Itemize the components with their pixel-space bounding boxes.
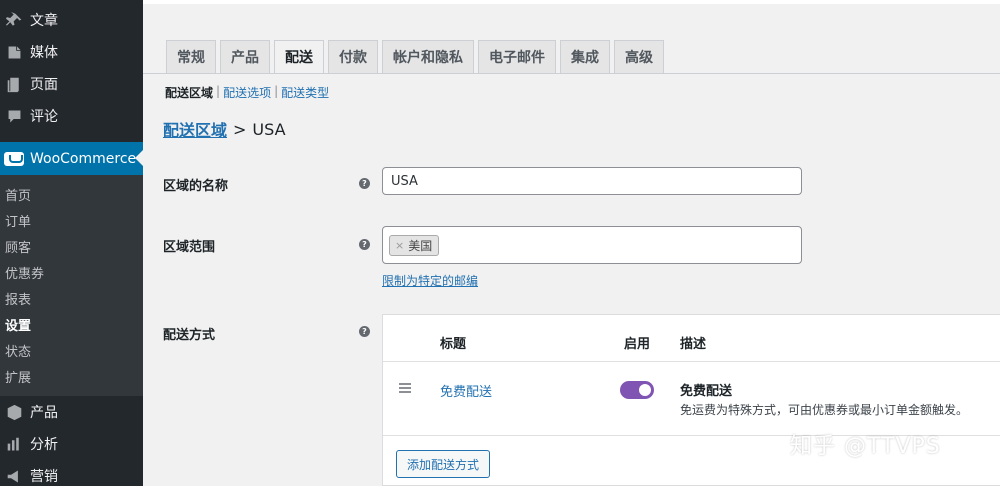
menu-item-products[interactable]: 产品 <box>0 396 143 428</box>
col-header-description: 描述 <box>680 337 707 352</box>
menu-item-comments[interactable]: 评论 <box>0 100 58 132</box>
region-chip-label: 美国 <box>408 238 433 253</box>
shipping-methods-table: 标题 启用 描述 免费配送 免费配送 免运费为特殊方式，可由优惠券或最小订单金额… <box>382 314 1000 486</box>
col-header-title: 标题 <box>440 337 467 352</box>
menu-item-label: 文章 <box>30 13 58 29</box>
menu-item-label: WooCommerce <box>30 150 137 167</box>
top-strip <box>143 0 1000 4</box>
menu-item-woocommerce[interactable]: WooCommerce <box>0 142 143 175</box>
submenu-item-status[interactable]: 状态 <box>0 337 143 363</box>
submenu-item-settings[interactable]: 设置 <box>0 311 143 337</box>
subnav-shipping-zones[interactable]: 配送区域 <box>165 84 213 101</box>
main-content: 常规 产品 配送 付款 帐户和隐私 电子邮件 集成 高级 配送区域 | 配送选项… <box>143 0 1000 486</box>
breadcrumb: 配送区域 > USA <box>163 117 286 141</box>
menu-item-label: 营销 <box>30 469 58 485</box>
comment-icon <box>4 106 24 126</box>
chart-icon <box>4 434 24 454</box>
region-chip: × 美国 <box>389 234 440 256</box>
tab-shipping[interactable]: 配送 <box>274 40 324 74</box>
method-title-link[interactable]: 免费配送 <box>440 381 492 400</box>
subnav-separator: | <box>216 84 221 98</box>
zone-region-label: 区域范围 <box>163 240 216 255</box>
submenu-item-coupons[interactable]: 优惠券 <box>0 259 143 285</box>
menu-item-label: 产品 <box>30 405 58 421</box>
woocommerce-submenu: 首页 订单 顾客 优惠券 报表 设置 状态 扩展 <box>0 175 143 396</box>
tabs-divider <box>143 73 1000 74</box>
subnav-separator: | <box>274 84 279 98</box>
tab-accounts-privacy[interactable]: 帐户和隐私 <box>382 40 474 73</box>
menu-item-label: 页面 <box>30 77 58 93</box>
shipping-subnav: 配送区域 | 配送选项 | 配送类型 <box>165 84 329 101</box>
tab-emails[interactable]: 电子邮件 <box>478 40 556 73</box>
zone-name-label: 区域的名称 <box>163 179 229 194</box>
watermark-text: 知乎 @TTVPS <box>790 434 941 459</box>
submenu-item-orders[interactable]: 订单 <box>0 207 143 233</box>
submenu-item-extensions[interactable]: 扩展 <box>0 363 143 389</box>
zone-region-select[interactable]: × 美国 <box>382 226 802 264</box>
help-icon[interactable]: ? <box>359 178 370 189</box>
tab-products[interactable]: 产品 <box>220 40 270 73</box>
zone-name-value: USA <box>391 173 418 189</box>
tab-general[interactable]: 常规 <box>166 40 216 73</box>
tab-advanced[interactable]: 高级 <box>614 40 664 73</box>
lower-menu: 产品 分析 营销 <box>0 396 143 486</box>
shipping-methods-label: 配送方式 <box>163 328 216 343</box>
submenu-item-home[interactable]: 首页 <box>0 181 143 207</box>
tab-payments[interactable]: 付款 <box>328 40 378 73</box>
menu-item-pages[interactable]: 页面 <box>0 68 58 100</box>
submenu-item-reports[interactable]: 报表 <box>0 285 143 311</box>
breadcrumb-link-zones[interactable]: 配送区域 <box>163 117 227 141</box>
help-icon[interactable]: ? <box>359 326 370 337</box>
col-header-enabled: 启用 <box>624 337 651 352</box>
submenu-item-customers[interactable]: 顾客 <box>0 233 143 259</box>
box-icon <box>4 402 24 422</box>
method-desc-title: 免费配送 <box>680 384 733 399</box>
megaphone-icon <box>4 466 24 486</box>
method-enabled-toggle[interactable] <box>620 381 654 399</box>
menu-item-label: 分析 <box>30 437 58 453</box>
menu-item-analytics[interactable]: 分析 <box>0 428 143 460</box>
menu-item-label: 评论 <box>30 109 58 125</box>
table-divider <box>383 361 1000 362</box>
tab-integration[interactable]: 集成 <box>560 40 610 73</box>
menu-item-label: 媒体 <box>30 45 58 61</box>
method-description: 免运费为特殊方式，可由优惠券或最小订单金额触发。 <box>680 403 969 417</box>
breadcrumb-separator: > <box>233 119 247 139</box>
page-icon <box>4 74 24 94</box>
current-menu-arrow <box>135 150 143 166</box>
pin-icon <box>4 10 24 30</box>
chip-remove-icon[interactable]: × <box>395 239 404 252</box>
breadcrumb-current: USA <box>252 119 286 139</box>
add-shipping-method-button[interactable]: 添加配送方式 <box>396 450 491 478</box>
subnav-shipping-classes[interactable]: 配送类型 <box>281 84 329 101</box>
media-icon <box>4 42 24 62</box>
help-icon[interactable]: ? <box>359 239 370 250</box>
subnav-shipping-options[interactable]: 配送选项 <box>223 84 271 101</box>
menu-item-marketing[interactable]: 营销 <box>0 460 143 486</box>
menu-item-media[interactable]: 媒体 <box>0 36 58 68</box>
zone-name-input[interactable]: USA <box>382 167 802 195</box>
menu-item-posts[interactable]: 文章 <box>0 4 58 36</box>
admin-sidebar: 文章 媒体 页面 评论 WooCommerce 首页 订单 顾客 优惠券 报表 … <box>0 0 143 486</box>
limit-postcodes-link[interactable]: 限制为特定的邮编 <box>382 272 478 289</box>
drag-handle-icon[interactable] <box>399 383 411 395</box>
woocommerce-icon <box>4 151 24 166</box>
settings-tabs: 常规 产品 配送 付款 帐户和隐私 电子邮件 集成 高级 <box>166 40 668 74</box>
